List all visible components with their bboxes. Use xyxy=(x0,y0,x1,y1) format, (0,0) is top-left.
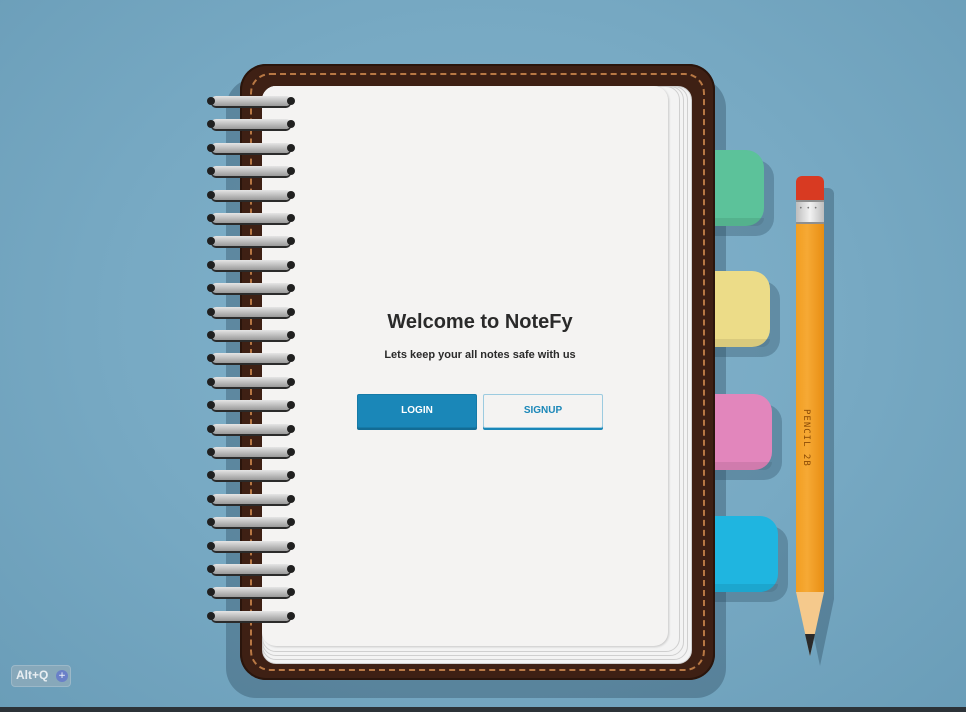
spiral-ring xyxy=(207,424,295,434)
bottom-bar xyxy=(0,707,966,712)
spiral-ring xyxy=(207,447,295,457)
spiral-ring xyxy=(207,587,295,597)
pencil-lead xyxy=(805,634,815,656)
spiral-ring xyxy=(207,213,295,223)
spiral-ring xyxy=(207,190,295,200)
spiral-ring xyxy=(207,283,295,293)
spiral-ring xyxy=(207,236,295,246)
plus-icon: + xyxy=(56,670,68,682)
spiral-ring xyxy=(207,564,295,574)
pencil-eraser xyxy=(796,176,824,200)
shortcut-badge[interactable]: Alt+Q + xyxy=(11,665,71,687)
page-subtitle: Lets keep your all notes safe with us xyxy=(384,349,576,361)
spiral-ring xyxy=(207,541,295,551)
spiral-ring xyxy=(207,400,295,410)
spiral-ring xyxy=(207,143,295,153)
spiral-ring xyxy=(207,470,295,480)
pencil-icon: PENCIL 2B xyxy=(796,176,824,656)
shortcut-label: Alt+Q xyxy=(16,668,49,682)
pencil-body: PENCIL 2B xyxy=(796,224,824,592)
spiral-ring xyxy=(207,494,295,504)
spiral-ring xyxy=(207,377,295,387)
pencil-ferrule xyxy=(796,200,824,224)
spiral-ring xyxy=(207,119,295,129)
spiral-ring xyxy=(207,517,295,527)
spiral-binding xyxy=(206,96,296,636)
signup-button[interactable]: SIGNUP xyxy=(483,394,603,428)
page-title: Welcome to NoteFy xyxy=(387,311,573,333)
spiral-ring xyxy=(207,260,295,270)
login-button[interactable]: LOGIN xyxy=(357,394,477,428)
notebook-page xyxy=(262,86,668,646)
spiral-ring xyxy=(207,166,295,176)
spiral-ring xyxy=(207,96,295,106)
spiral-ring xyxy=(207,611,295,621)
pencil-label: PENCIL 2B xyxy=(801,409,811,467)
